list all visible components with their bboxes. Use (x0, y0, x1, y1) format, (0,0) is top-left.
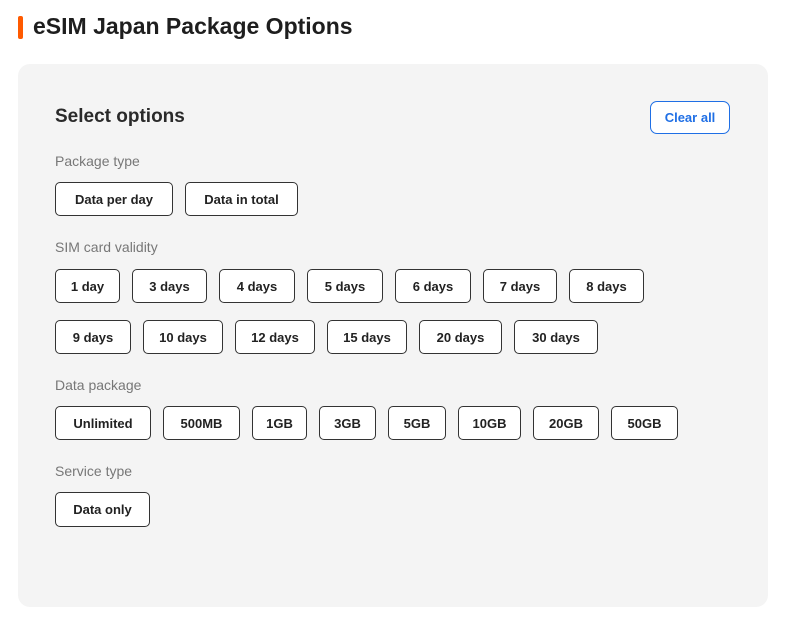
page-title: eSIM Japan Package Options (33, 13, 353, 39)
option-data-only[interactable]: Data only (55, 492, 150, 527)
group-label-package-type: Package type (55, 153, 140, 169)
clear-all-button[interactable]: Clear all (650, 101, 730, 134)
option-20-days[interactable]: 20 days (419, 320, 502, 354)
service-type-options: Data only (55, 492, 150, 527)
option-unlimited[interactable]: Unlimited (55, 406, 151, 440)
option-500mb[interactable]: 500MB (163, 406, 240, 440)
title-accent-bar (18, 16, 23, 39)
option-data-per-day[interactable]: Data per day (55, 182, 173, 216)
option-8-days[interactable]: 8 days (569, 269, 644, 303)
option-6-days[interactable]: 6 days (395, 269, 471, 303)
options-panel: Select options Clear all Package type Da… (18, 64, 768, 607)
option-5gb[interactable]: 5GB (388, 406, 446, 440)
option-15-days[interactable]: 15 days (327, 320, 407, 354)
validity-options-row-1: 1 day 3 days 4 days 5 days 6 days 7 days… (55, 269, 644, 303)
option-20gb[interactable]: 20GB (533, 406, 599, 440)
option-5-days[interactable]: 5 days (307, 269, 383, 303)
option-1gb[interactable]: 1GB (252, 406, 307, 440)
panel-heading: Select options (55, 106, 185, 127)
data-package-options: Unlimited 500MB 1GB 3GB 5GB 10GB 20GB 50… (55, 406, 678, 440)
group-label-data-package: Data package (55, 377, 142, 393)
option-30-days[interactable]: 30 days (514, 320, 598, 354)
option-7-days[interactable]: 7 days (483, 269, 557, 303)
option-3gb[interactable]: 3GB (319, 406, 376, 440)
option-10gb[interactable]: 10GB (458, 406, 521, 440)
option-12-days[interactable]: 12 days (235, 320, 315, 354)
option-3-days[interactable]: 3 days (132, 269, 207, 303)
option-10-days[interactable]: 10 days (143, 320, 223, 354)
option-4-days[interactable]: 4 days (219, 269, 295, 303)
option-1-day[interactable]: 1 day (55, 269, 120, 303)
validity-options-row-2: 9 days 10 days 12 days 15 days 20 days 3… (55, 320, 598, 354)
group-label-service-type: Service type (55, 463, 133, 479)
group-label-validity: SIM card validity (55, 239, 158, 255)
package-type-options: Data per day Data in total (55, 182, 298, 216)
option-50gb[interactable]: 50GB (611, 406, 678, 440)
option-data-in-total[interactable]: Data in total (185, 182, 298, 216)
option-9-days[interactable]: 9 days (55, 320, 131, 354)
